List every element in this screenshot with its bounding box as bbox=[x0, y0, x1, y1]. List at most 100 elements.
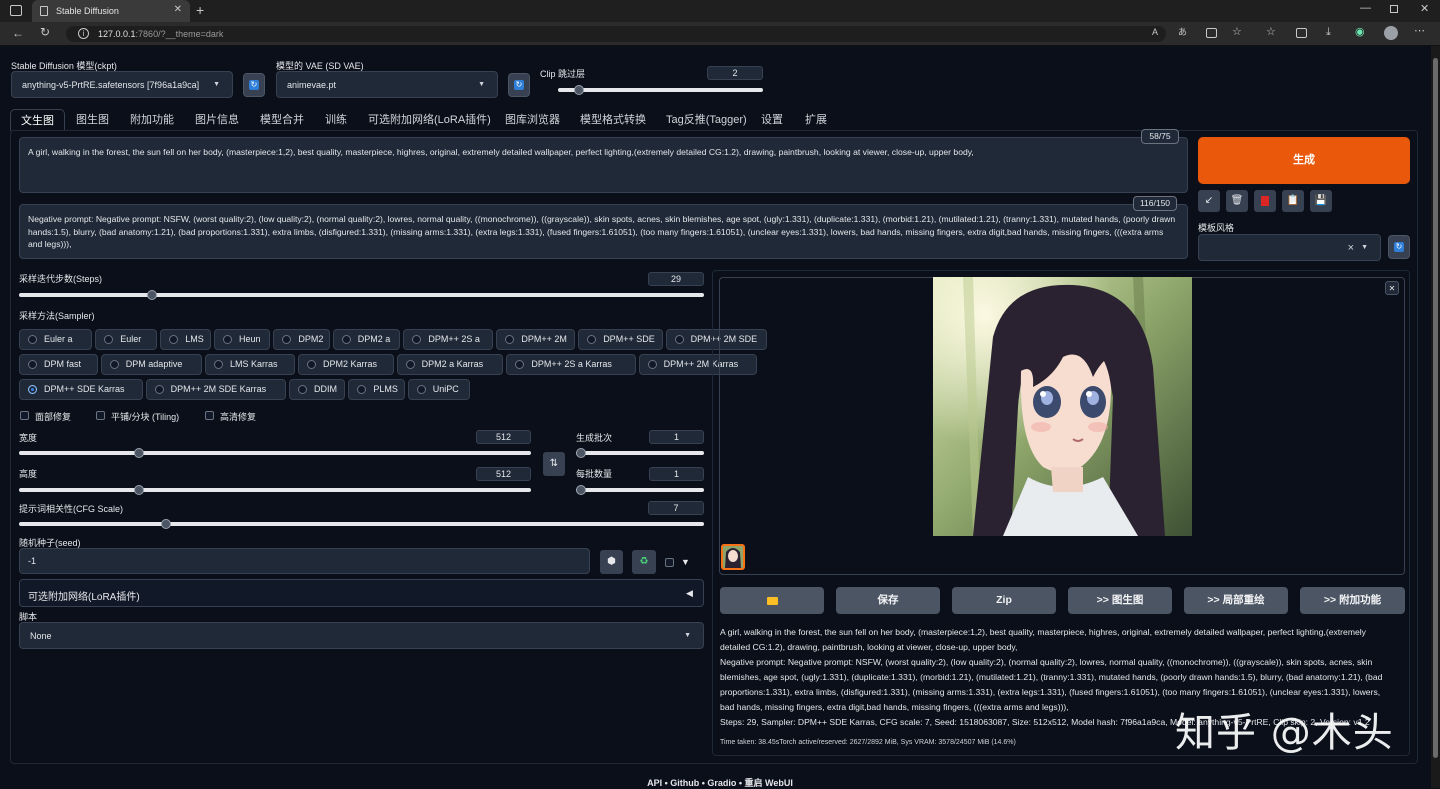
batch-size-number[interactable]: 1 bbox=[649, 467, 704, 481]
height-slider-track[interactable] bbox=[19, 488, 531, 492]
batch-count-number[interactable]: 1 bbox=[649, 430, 704, 444]
width-slider-track[interactable] bbox=[19, 451, 531, 455]
random-seed-button[interactable]: ⬢ bbox=[600, 550, 623, 574]
width-number[interactable]: 512 bbox=[476, 430, 531, 444]
sampler-option[interactable]: PLMS bbox=[348, 379, 405, 400]
reuse-seed-button[interactable]: ♻ bbox=[632, 550, 656, 574]
extra-seed-checkbox[interactable] bbox=[665, 558, 674, 567]
refresh-icon[interactable]: ↻ bbox=[40, 26, 50, 38]
apply-style-button[interactable]: 📋 bbox=[1282, 190, 1304, 212]
ckpt-refresh-button[interactable]: ↻ bbox=[243, 73, 265, 97]
split-screen-icon[interactable] bbox=[1206, 28, 1217, 38]
tab-5[interactable]: 训练 bbox=[325, 109, 347, 131]
send-to-extras-button[interactable]: >> 附加功能 bbox=[1300, 587, 1405, 614]
send-to-img2img-button[interactable]: >> 图生图 bbox=[1068, 587, 1172, 614]
clear-style-icon[interactable]: × bbox=[1348, 235, 1354, 261]
close-image-button[interactable]: ✕ bbox=[1385, 281, 1399, 295]
steps-slider-track[interactable] bbox=[19, 293, 704, 297]
swap-dimensions-button[interactable]: ⇅ bbox=[543, 452, 565, 476]
script-dropdown[interactable]: None ▼ bbox=[19, 622, 704, 649]
favorite-icon[interactable]: ☆ bbox=[1232, 27, 1242, 38]
ckpt-dropdown[interactable]: anything-v5-PrtRE.safetensors [7f96a1a9c… bbox=[11, 71, 233, 98]
download-icon[interactable]: ⤓ bbox=[1326, 27, 1331, 38]
sampler-option[interactable]: LMS Karras bbox=[205, 354, 295, 375]
new-tab-icon[interactable]: + bbox=[196, 3, 204, 17]
sampler-option[interactable]: Euler a bbox=[19, 329, 93, 350]
height-number[interactable]: 512 bbox=[476, 467, 531, 481]
sampler-option[interactable]: DPM++ SDE Karras bbox=[19, 379, 143, 400]
style-dropdown[interactable]: × ▼ bbox=[1198, 234, 1381, 261]
negative-prompt-input[interactable]: Negative prompt: Negative prompt: NSFW, … bbox=[19, 204, 1188, 259]
sampler-option[interactable]: DPM fast bbox=[19, 354, 98, 375]
collections-icon[interactable] bbox=[1296, 28, 1307, 38]
clip-slider-thumb[interactable] bbox=[574, 85, 585, 95]
browser-tab[interactable]: Stable Diffusion ✕ bbox=[32, 0, 190, 22]
sampler-option[interactable]: LMS bbox=[160, 329, 211, 350]
cfg-slider-track[interactable] bbox=[19, 522, 704, 526]
url-field[interactable]: i 127.0.0.1:7860/?__theme=dark bbox=[66, 26, 1166, 42]
tab-10[interactable]: 设置 bbox=[761, 109, 783, 131]
face-restore-checkbox[interactable] bbox=[20, 411, 29, 420]
style-refresh-button[interactable]: ↻ bbox=[1388, 235, 1410, 259]
vae-refresh-button[interactable]: ↻ bbox=[508, 73, 530, 97]
batch-count-track[interactable] bbox=[576, 451, 704, 455]
send-to-inpaint-button[interactable]: >> 局部重绘 bbox=[1184, 587, 1288, 614]
maximize-icon[interactable] bbox=[1390, 5, 1398, 13]
save-button[interactable]: 保存 bbox=[836, 587, 940, 614]
thumbnail[interactable] bbox=[721, 544, 745, 570]
tab-2[interactable]: 附加功能 bbox=[130, 109, 174, 131]
window-close-icon[interactable]: ✕ bbox=[1420, 4, 1429, 15]
tab-11[interactable]: 扩展 bbox=[805, 109, 827, 131]
read-aloud-icon[interactable]: A bbox=[1152, 28, 1158, 37]
prompt-input[interactable]: A girl, walking in the forest, the sun f… bbox=[19, 137, 1188, 193]
cfg-slider-thumb[interactable] bbox=[160, 519, 171, 529]
close-tab-icon[interactable]: ✕ bbox=[174, 5, 182, 15]
clip-number[interactable]: 2 bbox=[707, 66, 763, 80]
batch-size-thumb[interactable] bbox=[576, 485, 586, 495]
back-icon[interactable]: ← bbox=[12, 27, 24, 39]
tab-6[interactable]: 可选附加网络(LoRA插件) bbox=[368, 109, 491, 131]
minimize-icon[interactable]: — bbox=[1360, 3, 1371, 14]
sampler-option[interactable]: DPM++ 2M SDE Karras bbox=[145, 379, 286, 400]
tiling-checkbox[interactable] bbox=[96, 411, 105, 420]
tab-8[interactable]: 模型格式转换 bbox=[580, 109, 646, 131]
clear-prompt-button[interactable]: 🗑 bbox=[1226, 190, 1248, 212]
lora-accordion[interactable]: 可选附加网络(LoRA插件) ◀ bbox=[19, 579, 704, 607]
translate-icon[interactable]: あ bbox=[1178, 28, 1187, 37]
vae-dropdown[interactable]: animevae.pt ▼ bbox=[276, 71, 498, 98]
sampler-option[interactable]: DPM++ 2S a bbox=[403, 329, 494, 350]
sampler-option[interactable]: DPM2 bbox=[273, 329, 330, 350]
scrollbar-thumb[interactable] bbox=[1433, 58, 1438, 758]
extension-icon[interactable]: ◉ bbox=[1355, 27, 1365, 38]
tab-9[interactable]: Tag反推(Tagger) bbox=[666, 109, 747, 131]
tab-3[interactable]: 图片信息 bbox=[195, 109, 239, 131]
hires-checkbox[interactable] bbox=[205, 411, 214, 420]
more-icon[interactable]: ⋯ bbox=[1414, 26, 1425, 37]
tab-1[interactable]: 图生图 bbox=[76, 109, 109, 131]
cfg-number[interactable]: 7 bbox=[648, 501, 704, 515]
sampler-option[interactable]: DPM++ 2M bbox=[496, 329, 576, 350]
open-folder-button[interactable] bbox=[720, 587, 824, 614]
sampler-option[interactable]: DDIM bbox=[289, 379, 346, 400]
generated-image[interactable] bbox=[933, 277, 1192, 536]
sampler-option[interactable]: DPM++ 2S a Karras bbox=[506, 354, 636, 375]
sampler-option[interactable]: DPM2 a Karras bbox=[396, 354, 504, 375]
sampler-option[interactable]: DPM2 Karras bbox=[298, 354, 394, 375]
extra-seed-toggle-icon[interactable]: ▼ bbox=[681, 557, 690, 567]
tab-4[interactable]: 模型合并 bbox=[260, 109, 304, 131]
batch-count-thumb[interactable] bbox=[576, 448, 586, 458]
sampler-option[interactable]: DPM++ SDE bbox=[578, 329, 663, 350]
page-scrollbar[interactable] bbox=[1431, 46, 1440, 788]
tab-0[interactable]: 文生图 bbox=[10, 109, 65, 131]
save-style-button[interactable]: 💾 bbox=[1310, 190, 1332, 212]
read-params-button[interactable]: ↙ bbox=[1198, 190, 1220, 212]
generate-button[interactable]: 生成 bbox=[1198, 137, 1410, 184]
tab-7[interactable]: 图库浏览器 bbox=[505, 109, 560, 131]
steps-number[interactable]: 29 bbox=[648, 272, 704, 286]
sampler-option[interactable]: Heun bbox=[214, 329, 271, 350]
zip-button[interactable]: Zip bbox=[952, 587, 1056, 614]
sidebar-toggle-icon[interactable] bbox=[10, 5, 22, 16]
favorites-icon[interactable]: ☆ bbox=[1266, 27, 1276, 38]
sampler-option[interactable]: DPM adaptive bbox=[100, 354, 202, 375]
sampler-option[interactable]: DPM2 a bbox=[332, 329, 401, 350]
